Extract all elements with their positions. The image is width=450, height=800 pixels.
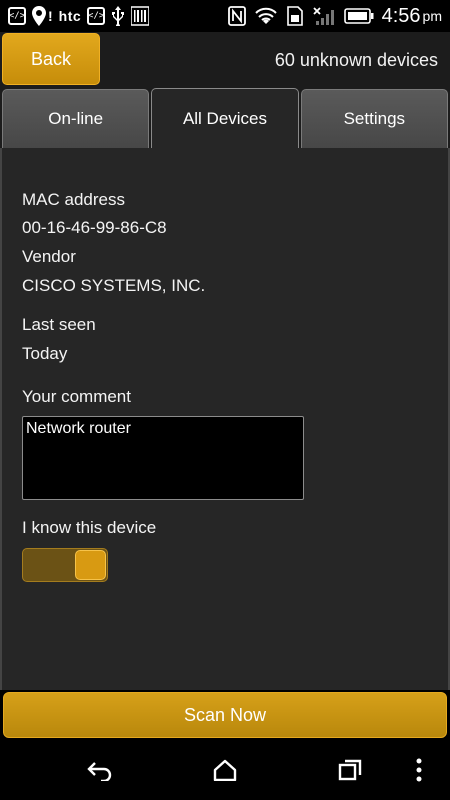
- code-icon: </>: [8, 7, 26, 25]
- code-icon: </>: [87, 7, 106, 25]
- device-detail-panel: MAC address 00-16-46-99-86-C8 Vendor CIS…: [0, 148, 450, 690]
- comment-label: Your comment: [22, 387, 131, 406]
- tab-settings[interactable]: Settings: [300, 89, 448, 148]
- location-icon: [32, 6, 46, 26]
- clock-ampm: pm: [422, 8, 442, 24]
- app-header: Back 60 unknown devices: [0, 32, 450, 88]
- sim-icon: [286, 6, 304, 26]
- scan-now-button[interactable]: Scan Now: [3, 692, 447, 738]
- comment-input[interactable]: Network router: [22, 416, 304, 500]
- tab-all-devices[interactable]: All Devices: [151, 88, 299, 148]
- status-bar: </> ! htc </> 4:56 pm: [0, 0, 450, 32]
- vendor-label: Vendor: [22, 247, 76, 266]
- recent-apps-icon[interactable]: [330, 750, 370, 790]
- vendor-value: CISCO SYSTEMS, INC.: [22, 276, 206, 295]
- htc-logo: htc: [58, 8, 82, 24]
- usb-icon: [111, 6, 125, 26]
- clock: 4:56 pm: [382, 5, 442, 28]
- know-device-label: I know this device: [22, 518, 157, 537]
- toggle-knob[interactable]: [75, 550, 106, 580]
- last-seen-value: Today: [22, 344, 68, 363]
- tab-bar: On-line All Devices Settings: [0, 88, 450, 148]
- overflow-menu-icon[interactable]: [404, 750, 434, 790]
- wifi-icon: [254, 6, 278, 26]
- navigation-bar: [0, 740, 450, 800]
- clock-time: 4:56: [381, 4, 421, 27]
- signal-icon: [312, 6, 336, 26]
- back-button[interactable]: Back: [2, 33, 100, 85]
- home-nav-icon[interactable]: [205, 750, 245, 790]
- last-seen-label: Last seen: [22, 315, 96, 334]
- battery-icon: [343, 8, 374, 24]
- alert-icon: !: [48, 8, 53, 24]
- mac-address-label: MAC address: [22, 190, 125, 209]
- scan-area: Scan Now: [0, 690, 450, 740]
- back-nav-icon[interactable]: [80, 750, 120, 790]
- nfc-icon: [227, 6, 246, 26]
- tab-online[interactable]: On-line: [2, 89, 150, 148]
- barcode-icon: [131, 6, 150, 26]
- status-right: 4:56 pm: [227, 5, 442, 28]
- unknown-device-count: 60 unknown devices: [274, 49, 438, 70]
- mac-address-value: 00-16-46-99-86-C8: [22, 218, 167, 237]
- status-left: </> ! htc </>: [8, 6, 150, 26]
- know-device-toggle[interactable]: [22, 548, 108, 582]
